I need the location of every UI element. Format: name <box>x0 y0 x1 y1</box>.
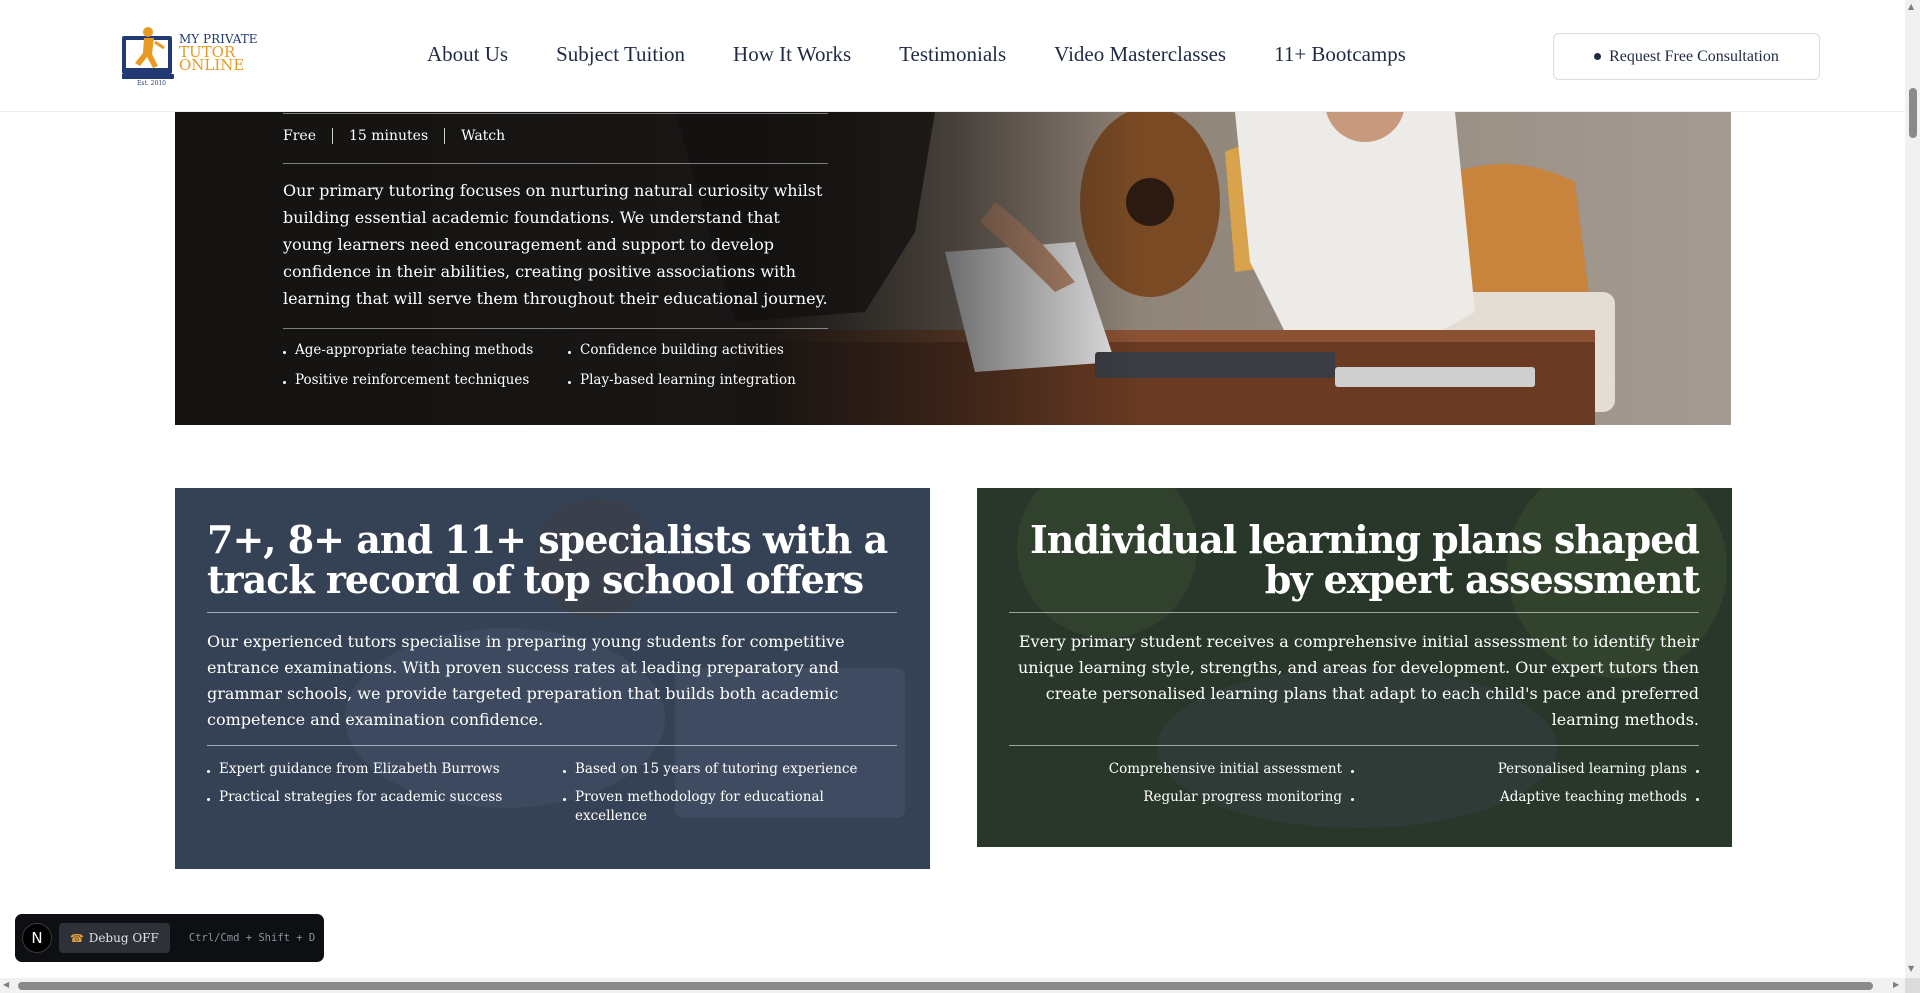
list-item: Play-based learning integration <box>568 371 828 390</box>
bullet-icon <box>563 798 566 801</box>
list-item: Positive reinforcement techniques <box>283 371 568 390</box>
scrollbar-thumb[interactable] <box>1909 88 1917 138</box>
meta-watch-link[interactable]: Watch <box>444 128 521 144</box>
list-item: Confidence building activities <box>568 341 828 360</box>
list-item: Adaptive teaching methods <box>1354 788 1699 807</box>
feature-text: Personalised learning plans <box>1497 761 1687 777</box>
feature-text: Comprehensive initial assessment <box>1108 761 1342 777</box>
horizontal-scrollbar[interactable]: ◀ ▶ <box>0 978 1905 993</box>
bullet-icon <box>568 381 571 384</box>
feature-text: Positive reinforcement techniques <box>295 372 530 388</box>
logo-line-3: ONLINE <box>179 56 245 74</box>
list-item: Expert guidance from Elizabeth Burrows <box>207 760 563 779</box>
nav-how-it-works[interactable]: How It Works <box>733 42 851 67</box>
scroll-up-icon[interactable]: ▲ <box>1908 2 1914 11</box>
list-item: Practical strategies for academic succes… <box>207 788 563 826</box>
list-item: Proven methodology for educational excel… <box>563 788 897 826</box>
divider <box>283 163 828 164</box>
card-feature-list: Comprehensive initial assessment Persona… <box>1009 760 1699 807</box>
card-content: 7+, 8+ and 11+ specialists with a track … <box>207 520 897 826</box>
scroll-right-icon[interactable]: ▶ <box>1893 980 1899 989</box>
main-nav: About Us Subject Tuition How It Works Te… <box>427 42 1406 67</box>
divider <box>207 745 897 746</box>
hero-meta: Free 15 minutes Watch <box>283 128 521 144</box>
feature-text: Play-based learning integration <box>580 372 796 388</box>
card-feature-list: Expert guidance from Elizabeth Burrows B… <box>207 760 897 826</box>
feature-text: Confidence building activities <box>580 342 784 358</box>
feature-text: Regular progress monitoring <box>1143 789 1342 805</box>
meta-price: Free <box>283 128 316 144</box>
scroll-left-icon[interactable]: ◀ <box>3 980 9 989</box>
logo-established: Est. 2010 <box>137 80 166 87</box>
logo-wordmark[interactable]: MY PRIVATE TUTOR ONLINE <box>179 33 258 74</box>
feature-text: Proven methodology for educational excel… <box>575 789 824 824</box>
debug-shortcut-hint: Ctrl/Cmd + Shift + D <box>188 932 316 944</box>
bullet-icon <box>207 798 210 801</box>
feature-text: Adaptive teaching methods <box>1499 789 1687 805</box>
primary-tutoring-hero: Free 15 minutes Watch Our primary tutori… <box>175 112 1731 425</box>
debug-label: Debug OFF <box>88 931 159 945</box>
nav-bootcamps[interactable]: 11+ Bootcamps <box>1274 42 1406 67</box>
list-item: Comprehensive initial assessment <box>1009 760 1354 779</box>
specialists-card: 7+, 8+ and 11+ specialists with a track … <box>175 488 930 869</box>
list-item: Personalised learning plans <box>1354 760 1699 779</box>
bullet-icon <box>283 381 286 384</box>
feature-text: Practical strategies for academic succes… <box>219 789 503 805</box>
nav-about-us[interactable]: About Us <box>427 42 508 67</box>
cta-label: Request Free Consultation <box>1609 47 1779 65</box>
site-header: MY PRIVATE TUTOR ONLINE Est. 2010 About … <box>0 0 1905 112</box>
list-item: Based on 15 years of tutoring experience <box>563 760 897 779</box>
learning-plans-card: Individual learning plans shaped by expe… <box>977 488 1732 847</box>
meta-duration: 15 minutes <box>331 128 444 144</box>
hero-feature-list: Age-appropriate teaching methods Confide… <box>283 341 828 390</box>
nav-subject-tuition[interactable]: Subject Tuition <box>556 42 685 67</box>
debug-toggle-button[interactable]: ☎ Debug OFF <box>59 923 170 953</box>
list-item: Age-appropriate teaching methods <box>283 341 568 360</box>
list-item: Regular progress monitoring <box>1009 788 1354 807</box>
feature-text: Based on 15 years of tutoring experience <box>575 761 858 777</box>
bullet-icon <box>568 351 571 354</box>
divider <box>1009 745 1699 746</box>
hero-description: Our primary tutoring focuses on nurturin… <box>283 181 828 308</box>
bullet-icon <box>283 351 286 354</box>
feature-text: Age-appropriate teaching methods <box>295 342 534 358</box>
divider <box>283 328 828 329</box>
feature-text: Expert guidance from Elizabeth Burrows <box>219 761 500 777</box>
request-consultation-button[interactable]: Request Free Consultation <box>1553 33 1820 80</box>
nav-video-masterclasses[interactable]: Video Masterclasses <box>1054 42 1226 67</box>
bullet-icon <box>207 770 210 773</box>
card-title: 7+, 8+ and 11+ specialists with a track … <box>207 517 888 602</box>
phone-icon: ☎ <box>70 931 84 945</box>
scroll-down-icon[interactable]: ▼ <box>1908 964 1914 973</box>
nav-testimonials[interactable]: Testimonials <box>899 42 1006 67</box>
divider <box>207 612 897 613</box>
vertical-scrollbar[interactable]: ▲ ▼ <box>1905 0 1920 978</box>
bullet-icon <box>563 770 566 773</box>
card-title: Individual learning plans shaped by expe… <box>1030 517 1700 602</box>
scrollbar-thumb[interactable] <box>18 982 1873 990</box>
next-logo-icon[interactable]: N <box>22 923 52 953</box>
divider <box>1009 612 1699 613</box>
debug-toolbar: N ☎ Debug OFF Ctrl/Cmd + Shift + D <box>15 914 324 962</box>
card-content: Individual learning plans shaped by expe… <box>1009 517 1700 807</box>
divider <box>283 113 828 114</box>
bullet-icon <box>1696 798 1699 801</box>
scrollbar-corner <box>1905 978 1920 993</box>
dot-icon <box>1594 53 1602 60</box>
card-description: Our experienced tutors specialise in pre… <box>207 632 845 729</box>
card-description: Every primary student receives a compreh… <box>1018 632 1699 729</box>
bullet-icon <box>1696 770 1699 773</box>
